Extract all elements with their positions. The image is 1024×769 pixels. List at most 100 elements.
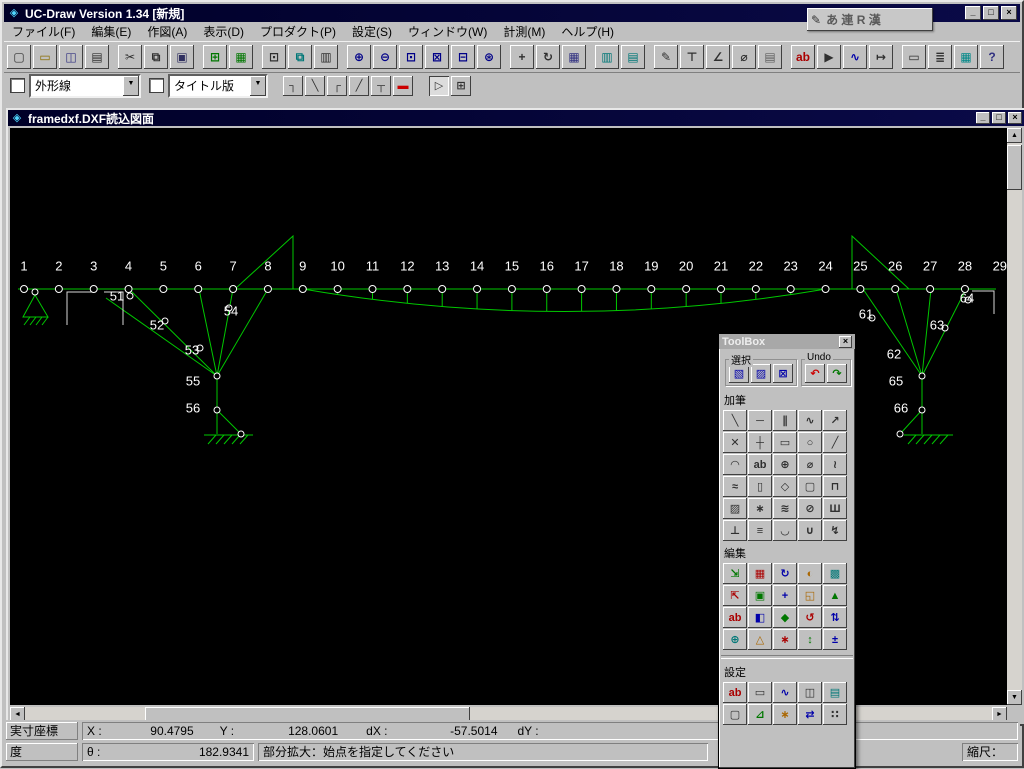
grid-settings-icon[interactable]: ∷	[823, 704, 847, 725]
pointer-mode-icon[interactable]: ▷	[429, 76, 449, 96]
cut-icon[interactable]: ✂	[118, 45, 142, 69]
angle-measure-icon[interactable]: ∠	[706, 45, 730, 69]
redraw-icon[interactable]: ↻	[536, 45, 560, 69]
line-icon[interactable]: ╲	[723, 410, 747, 431]
circle-slash-icon[interactable]: ⊘	[798, 498, 822, 519]
menu-item-2[interactable]: 作図(A)	[139, 21, 195, 42]
text-icon[interactable]: ab	[748, 454, 772, 475]
child-minimize-button[interactable]: _	[976, 112, 990, 124]
edit-text-icon[interactable]: ab	[723, 607, 747, 628]
diameter-tool-icon[interactable]: ⌀	[732, 45, 756, 69]
trim-icon[interactable]: ◧	[748, 607, 772, 628]
leader-icon[interactable]: ↯	[823, 520, 847, 541]
bracket-icon[interactable]: ⊓	[823, 476, 847, 497]
freehand-icon[interactable]: ≀	[823, 454, 847, 475]
scale-icon[interactable]: ▣	[748, 585, 772, 606]
line-settings-icon[interactable]: ▭	[748, 682, 772, 703]
diamond-icon[interactable]: ◇	[773, 476, 797, 497]
stretch-icon[interactable]: ⇱	[723, 585, 747, 606]
wave-icon[interactable]: ≈	[723, 476, 747, 497]
child-maximize-button[interactable]: □	[992, 112, 1006, 124]
rect-icon[interactable]: ▭	[773, 432, 797, 453]
page-setup-icon[interactable]: ⊡	[262, 45, 286, 69]
zoom-in-icon[interactable]: ⊕	[347, 45, 371, 69]
diagonal-icon[interactable]: ╱	[823, 432, 847, 453]
pointer-tool-icon[interactable]: ▶	[817, 45, 841, 69]
redo-icon[interactable]: ↷	[827, 364, 847, 383]
star-icon[interactable]: ∗	[748, 498, 772, 519]
monitor-icon[interactable]: ▭	[902, 45, 926, 69]
offset-icon[interactable]: ⊕	[723, 629, 747, 650]
sheet-green-icon[interactable]: ▦	[229, 45, 253, 69]
select-poly-icon[interactable]: ▨	[751, 364, 771, 383]
menu-item-0[interactable]: ファイル(F)	[4, 21, 83, 42]
snap-settings-icon[interactable]: ∗	[773, 704, 797, 725]
undo-icon[interactable]: ↶	[805, 364, 825, 383]
line-style-diag-icon[interactable]: ╲	[305, 76, 325, 96]
toolbox-close-button[interactable]: ×	[839, 336, 852, 348]
toolbox-title-bar[interactable]: ToolBox ×	[719, 334, 855, 349]
line-style-diag2-icon[interactable]: ╱	[349, 76, 369, 96]
outline-layer-checkbox[interactable]	[10, 78, 25, 93]
parallel-lines-icon[interactable]: ∥	[773, 410, 797, 431]
undo-edit-icon[interactable]: ↺	[798, 607, 822, 628]
columns-icon[interactable]: ▤	[621, 45, 645, 69]
hatch-icon[interactable]: ▨	[723, 498, 747, 519]
table-green-icon[interactable]: ⊞	[203, 45, 227, 69]
export-icon[interactable]: ↦	[869, 45, 893, 69]
arc2-icon[interactable]: ◡	[773, 520, 797, 541]
zoom-extents-icon[interactable]: ⊠	[425, 45, 449, 69]
menu-item-3[interactable]: 表示(D)	[195, 21, 252, 42]
scroll-down-icon[interactable]: ▼	[1007, 690, 1022, 705]
grid-teal-icon[interactable]: ▦	[954, 45, 978, 69]
plus-icon[interactable]: +	[773, 585, 797, 606]
sheet-settings-icon[interactable]: ▤	[823, 682, 847, 703]
menu-item-5[interactable]: 設定(S)	[344, 21, 400, 42]
outline-layer-combo[interactable]: 外形線 ▼	[29, 74, 141, 98]
zoom-window-icon[interactable]: ⊡	[399, 45, 423, 69]
swap-icon[interactable]: ⇅	[823, 607, 847, 628]
line-style-tee-icon[interactable]: ┬	[371, 76, 391, 96]
vertical-scrollbar[interactable]: ▲ ▼	[1007, 128, 1022, 705]
scroll-up-icon[interactable]: ▲	[1007, 128, 1022, 143]
arc-icon[interactable]: ◠	[723, 454, 747, 475]
vscroll-thumb[interactable]	[1007, 145, 1022, 190]
menu-item-1[interactable]: 編集(E)	[83, 21, 139, 42]
curve-settings-icon[interactable]: ∿	[773, 682, 797, 703]
ortho-mode-icon[interactable]: ⊞	[451, 76, 471, 96]
drawing-canvas[interactable]: 1234567891011121314151617181920212223242…	[10, 128, 1007, 705]
title-block-combo[interactable]: タイトル版 ▼	[168, 74, 268, 98]
frame-icon[interactable]: ▥	[314, 45, 338, 69]
arrow-icon[interactable]: ↗	[823, 410, 847, 431]
save-file-icon[interactable]: ◫	[59, 45, 83, 69]
pen-tool-icon[interactable]: ✎	[654, 45, 678, 69]
print-list-icon[interactable]: ▤	[758, 45, 782, 69]
fence-icon[interactable]: Ш	[823, 498, 847, 519]
zoom-out-icon[interactable]: ⊖	[373, 45, 397, 69]
line-style-red-icon[interactable]: ▬	[393, 76, 413, 96]
chamfer-icon[interactable]: △	[748, 629, 772, 650]
vscroll-track[interactable]	[1007, 143, 1022, 690]
minimize-button[interactable]: _	[965, 6, 981, 20]
menu-item-6[interactable]: ウィンドウ(W)	[400, 21, 495, 42]
point-icon[interactable]: ⊕	[773, 454, 797, 475]
chevron-down-icon[interactable]: ▼	[123, 76, 139, 96]
cup-icon[interactable]: ∪	[798, 520, 822, 541]
text-tool-icon[interactable]: ab	[791, 45, 815, 69]
copy-obj-icon[interactable]: ▦	[748, 563, 772, 584]
maximize-button[interactable]: □	[983, 6, 999, 20]
chevron-down-icon[interactable]: ▼	[250, 76, 266, 96]
dash-settings-icon[interactable]: ▢	[723, 704, 747, 725]
align-icon[interactable]: ↕	[798, 629, 822, 650]
ime-toolbar[interactable]: ✎ あ 連 R 漢	[807, 8, 933, 31]
table-icon[interactable]: ▥	[595, 45, 619, 69]
menu-item-8[interactable]: ヘルプ(H)	[553, 21, 622, 42]
line-style-corner2-icon[interactable]: ┌	[327, 76, 347, 96]
hline-icon[interactable]: ─	[748, 410, 772, 431]
print-icon[interactable]: ▤	[85, 45, 109, 69]
swap-settings-icon[interactable]: ⇄	[798, 704, 822, 725]
move-icon[interactable]: ⇲	[723, 563, 747, 584]
doc-list-icon[interactable]: ≣	[928, 45, 952, 69]
copy-icon[interactable]: ⧉	[144, 45, 168, 69]
child-close-button[interactable]: ×	[1008, 112, 1022, 124]
